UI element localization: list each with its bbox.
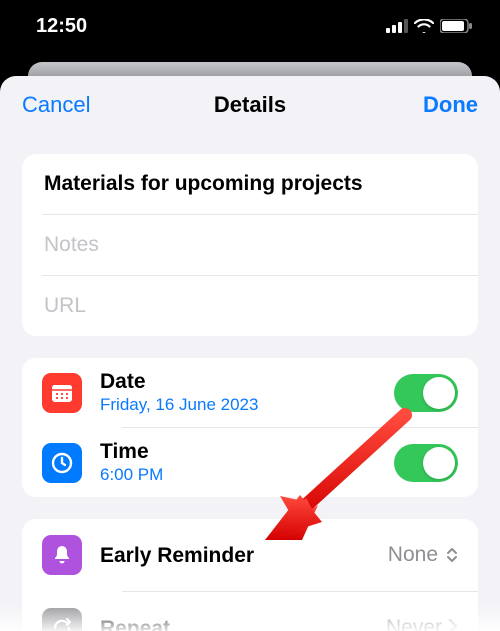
repeat-row[interactable]: Repeat Never	[22, 592, 478, 631]
updown-icon	[446, 546, 458, 564]
date-label: Date	[100, 370, 394, 393]
time-label: Time	[100, 440, 394, 463]
date-value[interactable]: Friday, 16 June 2023	[100, 395, 394, 415]
bell-icon	[42, 535, 82, 575]
wifi-icon	[414, 19, 434, 33]
status-indicators	[386, 19, 472, 33]
schedule-card: Date Friday, 16 June 2023 Time 6:00 PM	[22, 358, 478, 497]
early-reminder-row[interactable]: Early Reminder None	[22, 519, 478, 591]
done-button[interactable]: Done	[423, 92, 478, 118]
repeat-label: Repeat	[100, 617, 386, 631]
time-toggle[interactable]	[394, 444, 458, 482]
cancel-button[interactable]: Cancel	[22, 92, 90, 118]
details-sheet: Cancel Details Done	[0, 76, 500, 631]
title-input[interactable]	[42, 171, 458, 197]
repeat-value: Never	[386, 616, 442, 631]
early-reminder-label: Early Reminder	[100, 544, 388, 567]
date-toggle[interactable]	[394, 374, 458, 412]
title-row[interactable]	[22, 154, 478, 214]
chevron-right-icon	[448, 618, 458, 631]
clock-icon	[42, 443, 82, 483]
notes-row[interactable]	[22, 215, 478, 275]
notes-input[interactable]	[42, 232, 458, 258]
repeat-icon	[42, 608, 82, 631]
time-value[interactable]: 6:00 PM	[100, 465, 394, 485]
status-time: 12:50	[36, 15, 87, 38]
nav-bar: Cancel Details Done	[0, 76, 500, 134]
info-card	[22, 154, 478, 336]
battery-icon	[440, 19, 472, 33]
options-card: Early Reminder None Repeat Never	[22, 519, 478, 631]
early-reminder-value: None	[388, 543, 438, 567]
url-row[interactable]	[22, 276, 478, 336]
cellular-icon	[386, 19, 408, 33]
calendar-icon	[42, 373, 82, 413]
date-row[interactable]: Date Friday, 16 June 2023	[22, 358, 478, 427]
url-input[interactable]	[42, 293, 458, 319]
status-bar: 12:50	[0, 0, 500, 52]
time-row[interactable]: Time 6:00 PM	[22, 428, 478, 497]
